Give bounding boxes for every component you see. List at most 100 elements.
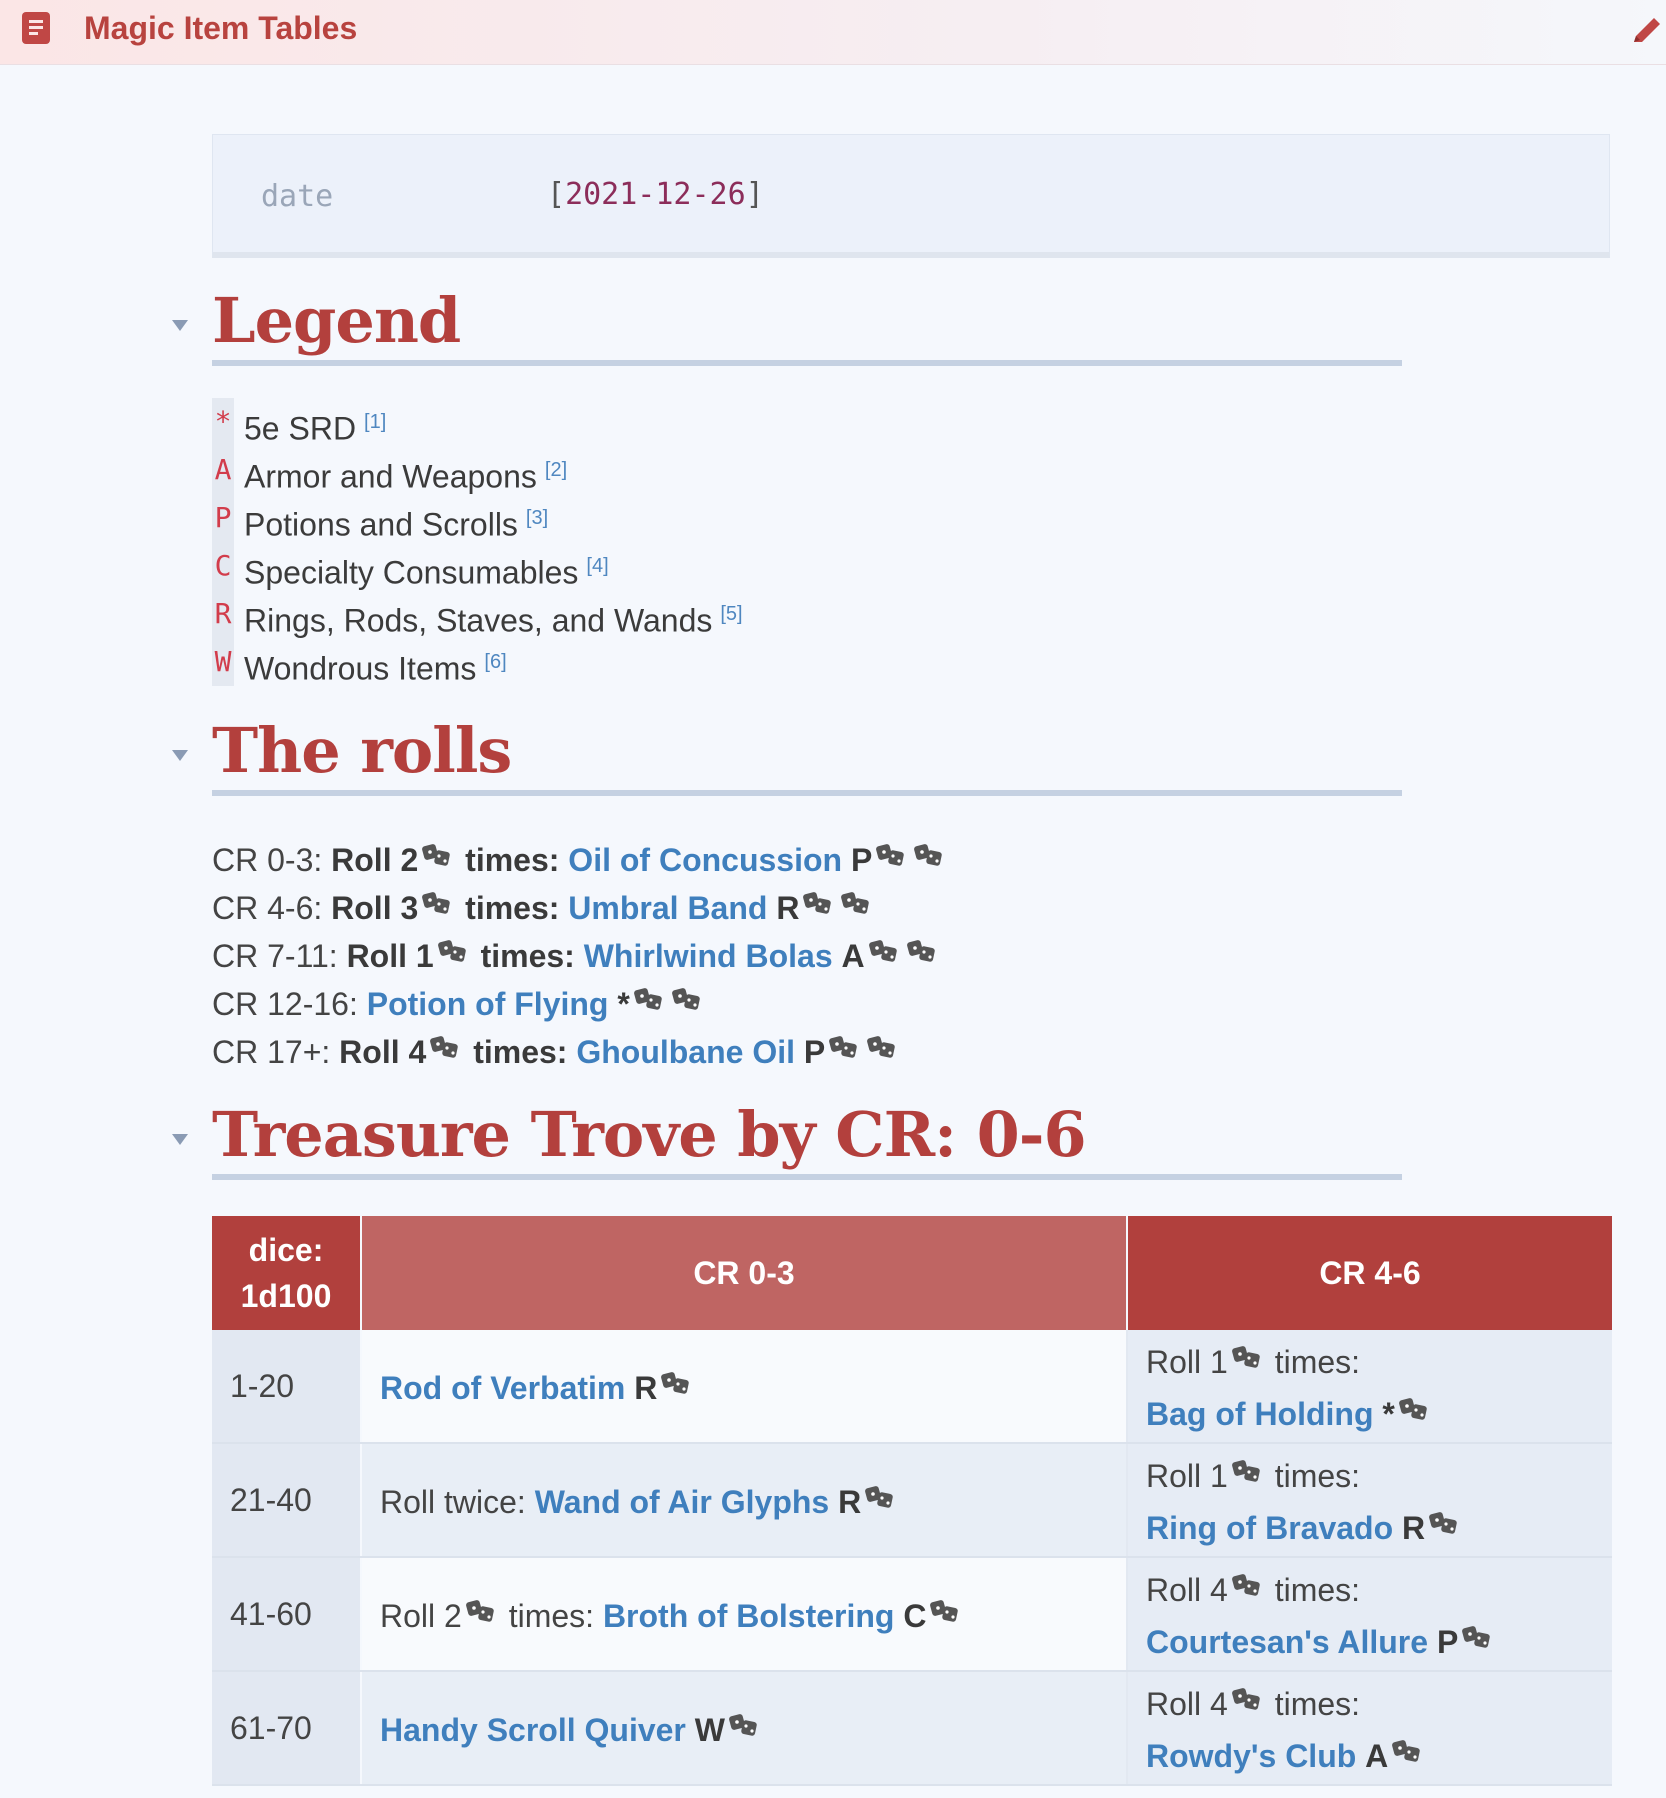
- dice-icon[interactable]: [430, 1024, 460, 1058]
- dice-icon[interactable]: [914, 832, 944, 866]
- dice-icon[interactable]: [906, 928, 937, 962]
- legend-item: * 5e SRD [1]: [212, 398, 743, 447]
- dice-icon[interactable]: [841, 880, 871, 914]
- item-link[interactable]: Wand of Air Glyphs: [535, 1484, 830, 1520]
- legend-code: W: [212, 638, 234, 686]
- caret-down-icon[interactable]: [172, 750, 188, 761]
- legend-label: Rings, Rods, Staves, and Wands: [244, 602, 713, 639]
- rolls-section: The rolls: [172, 714, 1402, 796]
- item-link[interactable]: Bag of Holding: [1146, 1396, 1374, 1432]
- range-cell: 21-40: [212, 1443, 362, 1558]
- times-label: times:: [480, 938, 575, 974]
- item-link[interactable]: Courtesan's Allure: [1146, 1624, 1428, 1660]
- item-link[interactable]: Ring of Bravado: [1146, 1510, 1393, 1546]
- item-link[interactable]: Rowdy's Club: [1146, 1738, 1356, 1774]
- rolls-heading: The rolls: [212, 714, 512, 787]
- footnote-ref[interactable]: [6]: [484, 651, 506, 673]
- times-label: times:: [1274, 1458, 1361, 1494]
- legend-list: * 5e SRD [1] A Armor and Weapons [2] P Potion…: [212, 398, 743, 687]
- times-label: times:: [465, 842, 560, 878]
- item-tag: R: [838, 1483, 862, 1520]
- dice-icon[interactable]: [865, 1480, 895, 1508]
- dice-icon[interactable]: [465, 1594, 496, 1622]
- item-link[interactable]: Ghoulbane Oil: [576, 1034, 795, 1070]
- roll-count: Roll 1: [1146, 1458, 1228, 1494]
- item-tag: A: [1365, 1738, 1389, 1774]
- item-link[interactable]: Handy Scroll Quiver: [380, 1712, 686, 1748]
- dice-icon[interactable]: [1231, 1334, 1262, 1368]
- cr-label: CR 0-3:: [212, 842, 323, 878]
- roll-count: Roll 3: [331, 890, 419, 926]
- dice-icon[interactable]: [437, 928, 468, 962]
- dice-icon[interactable]: [422, 832, 452, 866]
- footnote-ref[interactable]: [4]: [586, 555, 608, 577]
- footnote-ref[interactable]: [2]: [545, 459, 567, 481]
- range-cell: 41-60: [212, 1557, 362, 1672]
- dice-icon[interactable]: [1231, 1448, 1262, 1482]
- properties-block: date [2021-12-26]: [212, 134, 1610, 258]
- legend-section: Legend: [172, 284, 1402, 366]
- dice-icon[interactable]: [1231, 1676, 1262, 1710]
- roll-prefix: Roll twice:: [380, 1483, 526, 1520]
- cr-4-6-cell: Roll 4 times: Rowdy's Club A: [1127, 1671, 1612, 1786]
- dice-icon[interactable]: [661, 1366, 691, 1394]
- dice-icon[interactable]: [729, 1708, 759, 1736]
- cr-label: CR 12-16:: [212, 986, 358, 1022]
- legend-label: Specialty Consumables: [244, 554, 579, 591]
- table-header-row: dice: 1d100 CR 0-3 CR 4-6: [212, 1216, 1612, 1330]
- item-link[interactable]: Potion of Flying: [367, 986, 609, 1022]
- range-cell: 61-70: [212, 1671, 362, 1786]
- heading-rule: [212, 1174, 1402, 1180]
- footnote-ref[interactable]: [1]: [364, 411, 386, 433]
- rolls-list: CR 0-3: Roll 2 times: Oil of Concussion …: [212, 832, 948, 1072]
- cr-4-6-cell: Roll 1 times: Ring of Bravado R: [1127, 1443, 1612, 1558]
- dice-icon[interactable]: [867, 1024, 897, 1058]
- dice-icon[interactable]: [1462, 1614, 1492, 1648]
- dice-icon[interactable]: [422, 880, 452, 914]
- cr-label: CR 17+:: [212, 1034, 331, 1070]
- table-row: 41-60 Roll 2 times: Broth of Bolstering …: [212, 1557, 1612, 1672]
- item-tag: P: [1436, 1624, 1459, 1660]
- dice-icon[interactable]: [876, 832, 906, 866]
- roll-line: CR 4-6: Roll 3 times: Umbral Band R: [212, 880, 948, 928]
- item-link[interactable]: Broth of Bolstering: [603, 1598, 895, 1634]
- footnote-ref[interactable]: [5]: [720, 603, 742, 625]
- dice-icon[interactable]: [803, 880, 833, 914]
- dice-icon[interactable]: [1231, 1562, 1262, 1596]
- item-link[interactable]: Whirlwind Bolas: [584, 938, 833, 974]
- item-link[interactable]: Umbral Band: [568, 890, 767, 926]
- trove-section: Treasure Trove by CR: 0-6: [172, 1098, 1402, 1180]
- cr-0-3-header: CR 0-3: [361, 1216, 1128, 1330]
- dice-icon[interactable]: [1429, 1500, 1459, 1534]
- caret-down-icon[interactable]: [172, 320, 188, 331]
- dice-icon[interactable]: [868, 928, 899, 962]
- item-tag: A: [841, 938, 865, 974]
- pencil-icon[interactable]: [1630, 14, 1664, 48]
- dice-icon[interactable]: [1392, 1728, 1422, 1762]
- property-value[interactable]: [2021-12-26]: [547, 177, 764, 212]
- cr-label: CR 4-6:: [212, 890, 323, 926]
- roll-count: Roll 1: [1146, 1344, 1228, 1380]
- item-tag: *: [1382, 1396, 1395, 1432]
- cr-4-6-cell: Roll 1 times: Bag of Holding *: [1127, 1330, 1612, 1444]
- dice-icon[interactable]: [930, 1594, 960, 1622]
- roll-count: Roll 1: [346, 938, 434, 974]
- date-value: 2021-12-26: [565, 177, 746, 212]
- item-link[interactable]: Oil of Concussion: [568, 842, 842, 878]
- dice-icon[interactable]: [671, 976, 702, 1010]
- roll-count: Roll 4: [339, 1034, 427, 1070]
- dice-header-line2: 1d100: [240, 1278, 332, 1314]
- item-link[interactable]: Rod of Verbatim: [380, 1370, 625, 1406]
- table-row: 1-20 Rod of Verbatim R Roll 1 times: Bag…: [212, 1330, 1612, 1444]
- footnote-ref[interactable]: [3]: [526, 507, 548, 529]
- caret-down-icon[interactable]: [172, 1134, 188, 1145]
- dice-icon[interactable]: [633, 976, 664, 1010]
- legend-label: Wondrous Items: [244, 650, 477, 687]
- times-label: times:: [465, 890, 560, 926]
- dice-icon[interactable]: [829, 1024, 859, 1058]
- legend-heading: Legend: [212, 284, 461, 357]
- roll-line: CR 7-11: Roll 1 times: Whirlwind Bolas A: [212, 928, 948, 976]
- dice-icon[interactable]: [1398, 1386, 1429, 1420]
- legend-code: *: [212, 398, 234, 446]
- property-key: date: [261, 179, 334, 214]
